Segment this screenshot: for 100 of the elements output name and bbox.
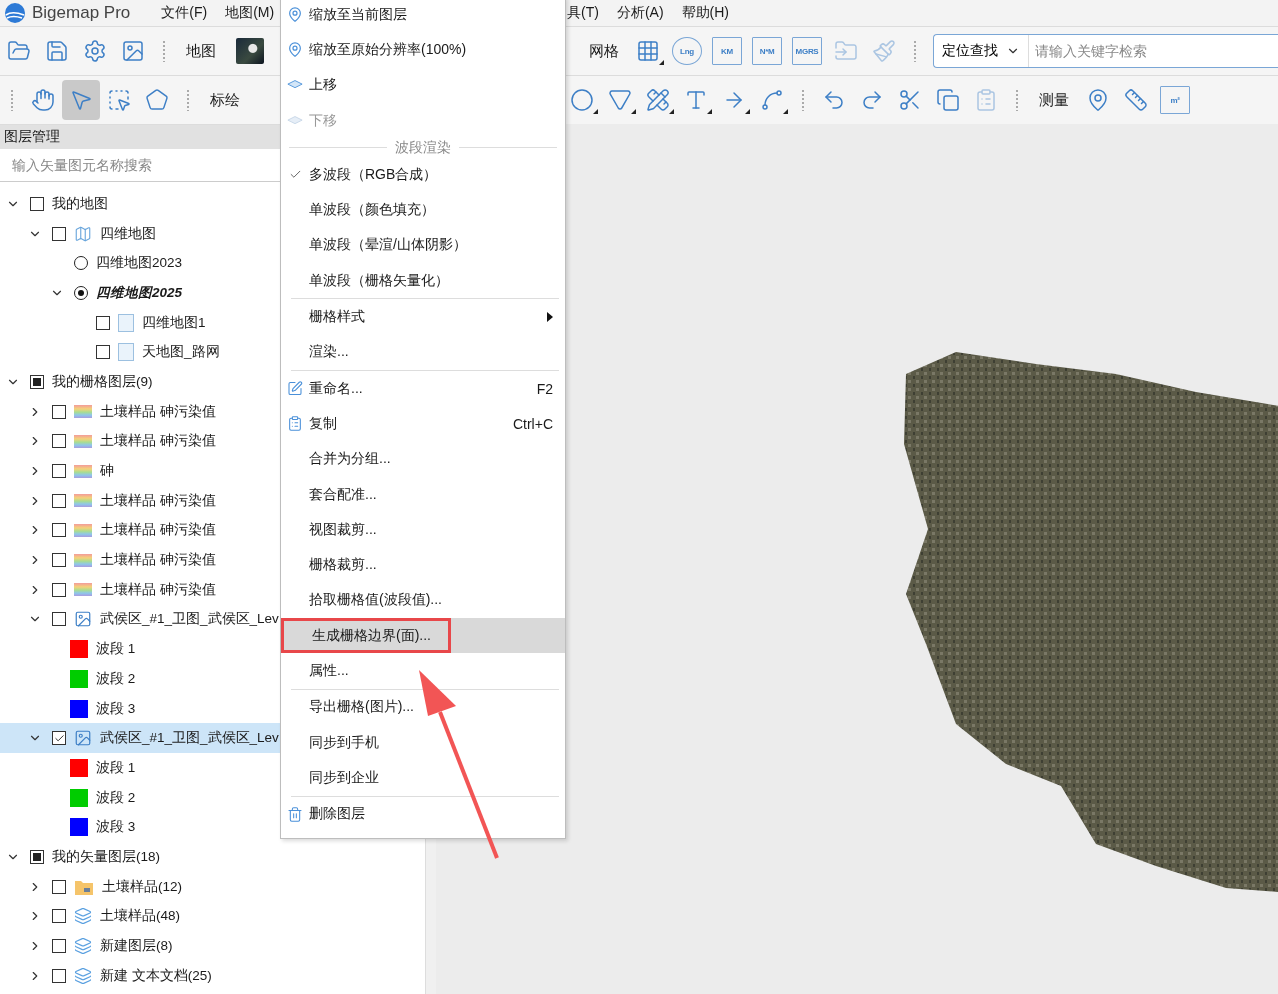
layer-name: 土壤样品(12) <box>102 877 182 896</box>
toolbar-grip[interactable] <box>10 89 14 111</box>
checkbox[interactable] <box>52 879 66 894</box>
layer-name: 波段 3 <box>96 699 136 718</box>
app-title: Bigemap Pro <box>32 3 131 23</box>
checkbox[interactable] <box>52 226 66 241</box>
trash-icon <box>287 805 303 823</box>
raster-icon <box>74 523 92 537</box>
menu-item[interactable]: 多波段（RGB合成） <box>281 157 565 193</box>
layer-name: 我的矢量图层(18) <box>52 847 160 866</box>
checkbox[interactable] <box>52 582 66 597</box>
copy-icon <box>287 415 303 433</box>
layer-name: 土壤样品 砷污染值 <box>100 580 216 599</box>
layer-name: 天地图_路网 <box>142 343 220 362</box>
menu-item[interactable]: 渲染... <box>281 334 565 370</box>
menu-item[interactable]: 缩放至当前图层 <box>281 0 565 33</box>
locator-mode-dropdown[interactable]: 定位查找 <box>934 35 1029 67</box>
checkbox[interactable] <box>52 553 66 568</box>
checkbox[interactable] <box>52 493 66 508</box>
menu-item[interactable]: 栅格样式 <box>281 299 565 335</box>
toolbar-grip[interactable] <box>913 40 917 62</box>
toolbar-grip[interactable] <box>801 89 805 111</box>
toolbar-grip[interactable] <box>162 40 166 62</box>
layer-name: 波段 2 <box>96 788 136 807</box>
highlight-frame: 生成栅格边界(面)... <box>281 618 451 654</box>
checkbox[interactable] <box>96 315 110 330</box>
menu-item[interactable]: 栅格裁剪... <box>281 547 565 583</box>
layer-search-field[interactable]: 输入矢量图元名称搜索 <box>10 152 274 178</box>
menu-item[interactable]: 删除图层 <box>281 796 565 832</box>
image-icon <box>74 729 92 748</box>
checkbox[interactable] <box>52 612 66 627</box>
raster-icon <box>74 405 92 419</box>
area-label-icon[interactable]: m² <box>1160 86 1190 114</box>
grid-label-icon[interactable]: KM <box>712 37 742 65</box>
checkbox[interactable] <box>30 849 44 864</box>
menu-item[interactable]: 同步到企业 <box>281 760 565 796</box>
menu-item[interactable]: 拾取栅格值(波段值)... <box>281 582 565 619</box>
checkbox[interactable] <box>52 731 66 746</box>
raster-icon <box>74 434 92 448</box>
tree-row[interactable]: 新建 文本文档(25) <box>0 960 425 991</box>
layer-name: 四维地图 <box>100 224 156 243</box>
map-thumbnail[interactable] <box>236 38 264 64</box>
checkbox[interactable] <box>30 196 44 211</box>
menu-item[interactable]: 属性... <box>281 653 565 689</box>
grid-label-icon[interactable]: MGRS <box>792 37 822 65</box>
layer-name: 四维地图1 <box>142 313 206 332</box>
toolbar-label: 标绘 <box>209 90 241 110</box>
raster-icon <box>74 464 92 478</box>
checkbox[interactable] <box>52 434 66 449</box>
menu-item[interactable]: 视图裁剪... <box>281 512 565 548</box>
tree-row[interactable]: 土壤样品(48) <box>0 901 425 932</box>
toolbar-label: 地图 <box>185 41 217 61</box>
checkbox[interactable] <box>52 523 66 538</box>
layers-icon <box>74 937 92 956</box>
tree-row[interactable]: 土壤样品(12) <box>0 871 425 902</box>
menu-item[interactable]: 生成栅格边界(面)... <box>281 618 565 654</box>
menu-bar-item[interactable]: 文件(F) <box>152 4 217 22</box>
menu-item[interactable]: 重命名... F2 <box>281 370 565 407</box>
menu-bar-item[interactable]: 帮助(H) <box>672 4 738 22</box>
menu-item[interactable]: 单波段（晕渲/山体阴影） <box>281 227 565 264</box>
menu-bar-item[interactable]: 分析(A) <box>607 4 673 22</box>
checkbox[interactable] <box>52 968 66 983</box>
menu-item[interactable]: 单波段（栅格矢量化） <box>281 263 565 299</box>
layers-icon <box>74 907 92 926</box>
checkbox[interactable] <box>52 939 66 954</box>
tree-row[interactable]: 我的矢量图层(18) <box>0 842 425 872</box>
submenu-arrow-icon <box>547 312 553 322</box>
keyword-search-input[interactable]: 请输入关键字检索 <box>1033 37 1278 65</box>
layer-name: 武侯区_#1_卫图_武侯区_Lev <box>100 729 279 748</box>
grid-label-icon[interactable]: N*M <box>752 37 782 65</box>
toolbar-label: 网格 <box>588 41 620 61</box>
sheet-icon <box>118 343 134 362</box>
checkbox[interactable] <box>52 404 66 419</box>
menu-item[interactable]: 导出栅格(图片)... <box>281 689 565 725</box>
menu-item[interactable]: 单波段（颜色填充） <box>281 192 565 228</box>
toolbar-label: 测量 <box>1038 90 1070 110</box>
menu-item[interactable]: 复制 Ctrl+C <box>281 406 565 442</box>
layer-name: 四维地图2023 <box>96 254 183 273</box>
menu-bar-item[interactable]: 具(T) <box>567 4 608 22</box>
menu-item[interactable]: 缩放至原始分辨率(100%) <box>281 32 565 68</box>
toolbar-grip[interactable] <box>186 89 190 111</box>
menu-item[interactable]: 上移 <box>281 67 565 103</box>
tree-row[interactable]: 新建图层(8) <box>0 931 425 961</box>
layer-name: 新建 文本文档(25) <box>100 966 212 985</box>
checkbox[interactable] <box>52 909 66 924</box>
layer-name: 土壤样品 砷污染值 <box>100 402 216 421</box>
menu-item[interactable]: 套合配准... <box>281 476 565 513</box>
checkbox[interactable] <box>96 345 110 360</box>
checkbox[interactable] <box>30 374 44 389</box>
layer-name: 武侯区_#1_卫图_武侯区_Lev <box>100 610 279 629</box>
layer-name: 土壤样品 砷污染值 <box>100 521 216 540</box>
menu-item[interactable]: 合并为分组... <box>281 441 565 477</box>
toolbar-grip[interactable] <box>1015 89 1019 111</box>
shortcut-label: F2 <box>536 380 553 397</box>
menu-bar-item[interactable]: 地图(M) <box>216 4 284 22</box>
layers-icon <box>74 966 92 985</box>
locator-bar[interactable]: 定位查找 请输入关键字检索 <box>933 34 1278 68</box>
layer-name: 四维地图2025 <box>96 283 183 302</box>
checkbox[interactable] <box>52 464 66 479</box>
layer-name: 土壤样品 砷污染值 <box>100 432 216 451</box>
